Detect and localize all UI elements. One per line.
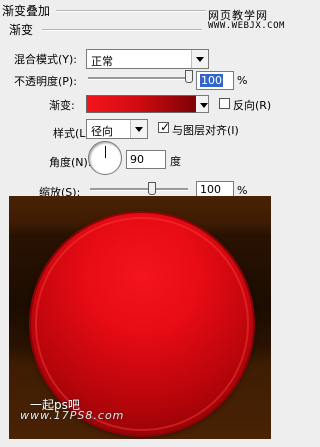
chevron-down-icon — [196, 96, 208, 112]
chevron-down-icon — [130, 120, 147, 138]
angle-label: 角度(N): — [49, 156, 92, 169]
gradient-preview[interactable] — [86, 95, 197, 113]
opacity-slider-thumb[interactable] — [185, 70, 193, 83]
group-title: 渐变叠加 — [2, 4, 51, 18]
divider — [56, 10, 206, 12]
gradient-label: 渐变: — [49, 99, 75, 112]
watermark-url: WWW.WEBJX.COM — [208, 21, 285, 31]
scale-slider-thumb[interactable] — [148, 182, 156, 195]
opacity-label: 不透明度(P): — [14, 75, 77, 88]
blend-mode-value: 正常 — [91, 55, 113, 68]
reverse-label: 反向(R) — [233, 99, 272, 112]
divider — [42, 29, 202, 31]
section-title: 渐变 — [9, 23, 34, 37]
angle-unit: 度 — [170, 155, 181, 168]
angle-needle — [105, 146, 106, 158]
opacity-unit: % — [237, 74, 248, 87]
angle-value: 90 — [130, 153, 144, 166]
angle-input[interactable]: 90 — [126, 150, 166, 169]
chevron-down-icon — [191, 50, 208, 68]
align-with-layer-checkbox[interactable]: ✓ — [158, 120, 171, 134]
scale-value: 100 — [200, 183, 221, 196]
reverse-checkbox[interactable] — [219, 98, 230, 109]
gradient-picker-button[interactable] — [196, 95, 209, 113]
style-select[interactable]: 径向 — [86, 119, 148, 139]
angle-dial[interactable] — [88, 141, 122, 175]
site-logo-url: www.17PS8.com — [20, 409, 125, 422]
align-with-layer-label: 与图层对齐(I) — [172, 124, 239, 137]
check-icon: ✓ — [160, 120, 171, 134]
opacity-slider-track[interactable] — [88, 77, 190, 80]
opacity-input[interactable]: 100 — [196, 71, 234, 90]
style-value: 径向 — [91, 125, 113, 138]
scale-slider-track[interactable] — [90, 188, 188, 191]
blend-mode-select[interactable]: 正常 — [86, 49, 209, 69]
blend-mode-label: 混合模式(Y): — [14, 53, 78, 66]
opacity-value: 100 — [200, 74, 223, 87]
